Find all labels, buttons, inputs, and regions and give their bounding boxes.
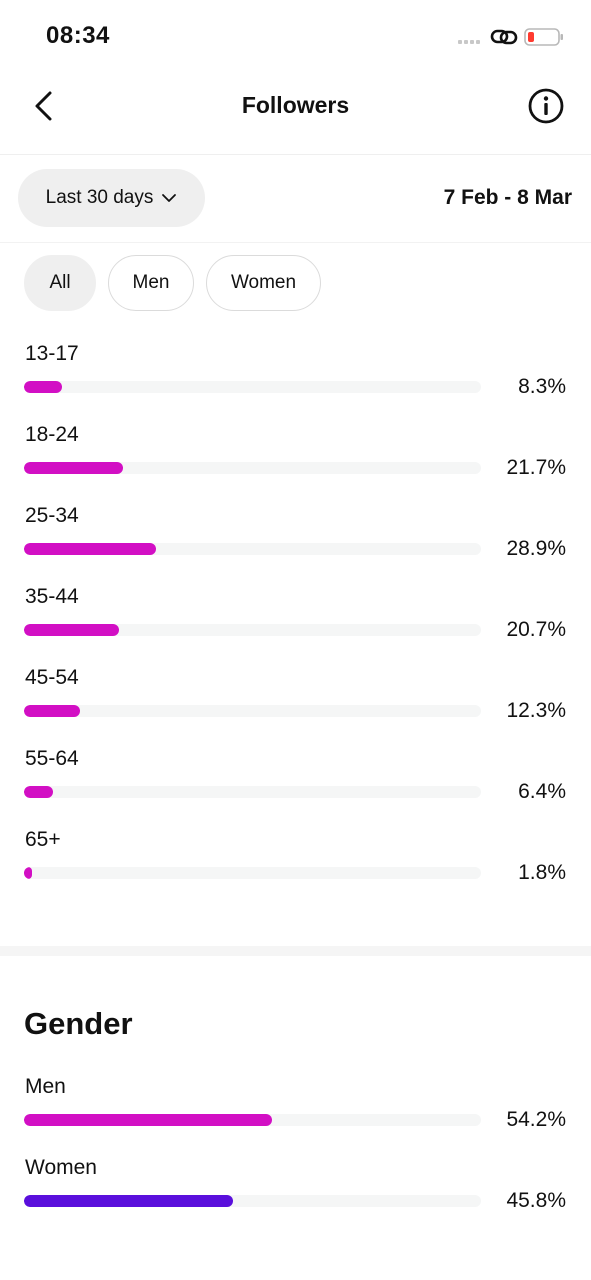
age-range-bar-fill	[24, 462, 124, 474]
age-range-percentage: 28.9%	[506, 537, 566, 560]
gender-label: Women	[25, 1156, 97, 1179]
age-range-label: 35-44	[25, 585, 79, 608]
gender-percentage: 54.2%	[506, 1108, 566, 1131]
age-range-bar-track	[24, 624, 481, 636]
age-range-bar-fill	[24, 624, 119, 636]
chevron-down-icon	[162, 194, 177, 202]
age-range-bar-fill	[24, 786, 54, 798]
gender-bar-track	[24, 1114, 481, 1126]
age-range-percentage: 12.3%	[506, 699, 566, 722]
date-range-dropdown-label: Last 30 days	[45, 187, 154, 208]
age-range-list: 13-17 8.3% 18-24 21.7% 25-34 28.9% 35-44 20.7% 4…	[0, 340, 591, 907]
gender-label: Men	[25, 1075, 66, 1098]
gender-row: Women 45.8%	[0, 1154, 591, 1235]
link-icon	[490, 29, 518, 45]
segment-women[interactable]: Women	[206, 255, 321, 311]
age-range-percentage: 8.3%	[518, 375, 566, 398]
gender-list: Men 54.2% Women 45.8%	[0, 1073, 591, 1235]
age-range-label: 65+	[25, 828, 61, 851]
gender-percentage: 45.8%	[506, 1189, 566, 1212]
age-range-label: 25-34	[25, 504, 79, 527]
filter-row: Last 30 days 7 Feb - 8 Mar	[0, 155, 591, 243]
date-range-text: 7 Feb - 8 Mar	[443, 186, 572, 209]
age-range-percentage: 20.7%	[506, 618, 566, 641]
age-range-bar-track	[24, 462, 481, 474]
page-title: Followers	[241, 92, 350, 118]
age-range-label: 18-24	[25, 423, 79, 446]
age-range-percentage: 21.7%	[506, 456, 566, 479]
age-range-percentage: 1.8%	[518, 861, 566, 884]
age-range-bar-track	[24, 786, 481, 798]
segment-all[interactable]: All	[24, 255, 96, 311]
segment-control: All Men Women	[24, 255, 321, 311]
age-range-label: 45-54	[25, 666, 79, 689]
age-range-bar-fill	[24, 543, 157, 555]
date-range-dropdown[interactable]: Last 30 days	[18, 169, 205, 227]
age-range-bar-track	[24, 381, 481, 393]
age-range-bar-fill	[24, 867, 33, 879]
age-range-bar-track	[24, 705, 481, 717]
age-range-row: 35-44 20.7%	[0, 583, 591, 664]
age-range-bar-fill	[24, 705, 81, 717]
age-range-row: 25-34 28.9%	[0, 502, 591, 583]
nav-bar: Followers	[0, 70, 591, 155]
segment-men[interactable]: Men	[108, 255, 194, 311]
age-range-row: 55-64 6.4%	[0, 745, 591, 826]
info-icon[interactable]	[527, 87, 565, 125]
age-range-row: 13-17 8.3%	[0, 340, 591, 421]
age-range-bar-track	[24, 543, 481, 555]
age-range-label: 13-17	[25, 342, 79, 365]
age-range-row: 65+ 1.8%	[0, 826, 591, 907]
age-range-bar-track	[24, 867, 481, 879]
signal-icon	[458, 40, 480, 44]
age-range-row: 18-24 21.7%	[0, 421, 591, 502]
status-bar: 08:34	[0, 0, 591, 70]
age-range-row: 45-54 12.3%	[0, 664, 591, 745]
battery-icon	[524, 28, 563, 46]
section-divider	[0, 946, 591, 956]
age-range-label: 55-64	[25, 747, 79, 770]
gender-bar-track	[24, 1195, 481, 1207]
age-range-percentage: 6.4%	[518, 780, 566, 803]
status-time: 08:34	[46, 22, 110, 49]
age-range-bar-fill	[24, 381, 62, 393]
gender-bar-fill	[24, 1195, 234, 1207]
gender-row: Men 54.2%	[0, 1073, 591, 1154]
gender-bar-fill	[24, 1114, 272, 1126]
gender-section-title: Gender	[24, 1006, 133, 1041]
